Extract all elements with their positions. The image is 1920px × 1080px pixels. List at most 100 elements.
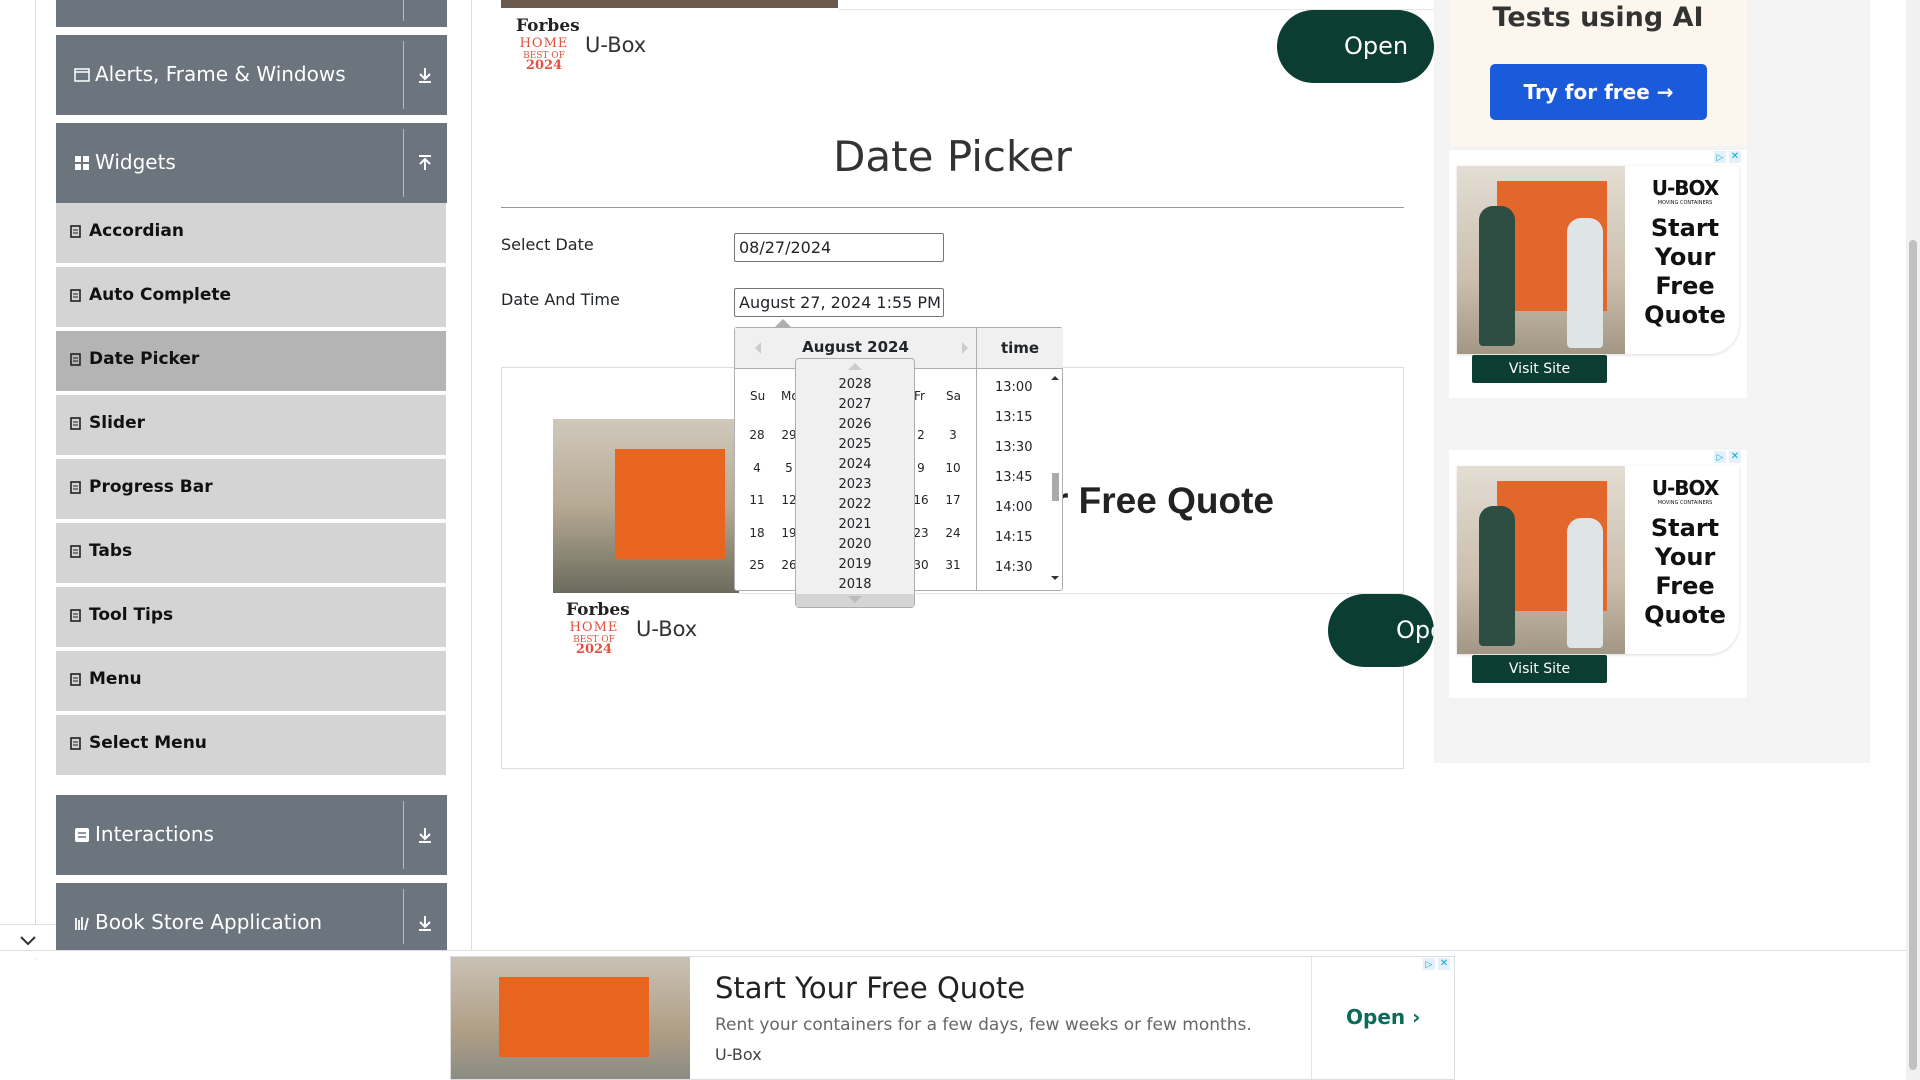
- ad-advertiser-name: U-Box: [585, 33, 647, 57]
- year-up-icon[interactable]: [848, 363, 862, 370]
- calendar-day[interactable]: 31: [941, 558, 965, 572]
- download-arrow-icon[interactable]: [413, 823, 437, 847]
- sidebar-item-progress-bar[interactable]: Progress Bar: [56, 459, 446, 523]
- sidebar-item-tabs[interactable]: Tabs: [56, 523, 446, 587]
- calendar-day[interactable]: 3: [941, 428, 965, 442]
- sidebar-item-label: Progress Bar: [89, 477, 213, 497]
- sidebar-group-label: Widgets: [95, 150, 176, 174]
- file-icon: [70, 481, 81, 494]
- chevron-down-icon: [20, 936, 36, 946]
- time-option[interactable]: 13:30: [995, 440, 1032, 455]
- time-option[interactable]: 14:30: [995, 560, 1032, 575]
- download-arrow-icon[interactable]: [413, 63, 437, 87]
- adchoices-icon[interactable]: ▷ ✕: [1714, 450, 1744, 464]
- calendar-day[interactable]: 11: [745, 493, 769, 507]
- year-option[interactable]: 2025: [796, 437, 914, 452]
- time-scroll-thumb[interactable]: [1052, 473, 1059, 501]
- time-header: time: [977, 328, 1063, 369]
- ad-open-button[interactable]: Open: [1277, 10, 1434, 83]
- date-and-time-input[interactable]: August 27, 2024 1:55 PM: [734, 288, 944, 317]
- adchoices-icon[interactable]: ▷ ✕: [1423, 957, 1453, 971]
- visit-site-button[interactable]: Visit Site: [1472, 355, 1607, 383]
- group-separator: [403, 889, 404, 944]
- sidebar-collapse-toggle[interactable]: [0, 924, 56, 959]
- adchoices-icon[interactable]: ▷ ✕: [1714, 150, 1744, 164]
- calendar-day[interactable]: 25: [745, 558, 769, 572]
- sidebar-item-tool-tips[interactable]: Tool Tips: [56, 587, 446, 651]
- time-option[interactable]: 14:00: [995, 500, 1032, 515]
- sidebar-group-label: Book Store Application: [95, 910, 323, 934]
- year-option[interactable]: 2028: [796, 377, 914, 392]
- scroll-up-icon[interactable]: [1051, 372, 1059, 380]
- select-date-input[interactable]: 08/27/2024: [734, 233, 944, 262]
- file-icon: [70, 417, 81, 430]
- year-option[interactable]: 2019: [796, 557, 914, 572]
- ai-testing-ad: Tests using AI Try for free →: [1449, 0, 1747, 146]
- ubox-people-image: [1457, 166, 1625, 354]
- sidebar-group-interactions[interactable]: Interactions: [56, 795, 447, 875]
- year-option[interactable]: 2020: [796, 537, 914, 552]
- mid-ad-headline: r Free Quote: [1054, 480, 1274, 521]
- download-arrow-icon[interactable]: [413, 911, 437, 935]
- datepicker-caret: [775, 319, 791, 327]
- visit-site-button[interactable]: Visit Site: [1472, 655, 1607, 683]
- sidebar-item-select-menu[interactable]: Select Menu: [56, 715, 446, 779]
- year-option[interactable]: 2024: [796, 457, 914, 472]
- sidebar-group-book-store[interactable]: Book Store Application: [56, 883, 447, 950]
- sidebar-item-label: Auto Complete: [89, 285, 232, 305]
- sidebar-item-slider[interactable]: Slider: [56, 395, 446, 459]
- year-down-icon[interactable]: [848, 596, 862, 603]
- calendar-day[interactable]: 17: [941, 493, 965, 507]
- year-option[interactable]: 2021: [796, 517, 914, 532]
- bookstore-icon: [75, 917, 89, 931]
- sidebar-item-accordian[interactable]: Accordian: [56, 203, 446, 267]
- calendar-day[interactable]: 28: [745, 428, 769, 442]
- upload-arrow-icon[interactable]: [413, 151, 437, 175]
- sidebar-item-date-picker[interactable]: Date Picker: [56, 331, 446, 395]
- time-scrollbar[interactable]: [1049, 370, 1061, 588]
- bottom-ad-open-button[interactable]: Open ›: [1346, 1005, 1420, 1029]
- datepicker-current-month[interactable]: August 2024: [735, 338, 976, 356]
- calendar-day[interactable]: 4: [745, 461, 769, 475]
- calendar-day[interactable]: 10: [941, 461, 965, 475]
- file-icon: [70, 673, 81, 686]
- person-figure: [1479, 206, 1515, 346]
- sidebar-group-widgets[interactable]: Widgets: [56, 123, 447, 203]
- ad-quote-text: Start Your Free Quote: [1644, 514, 1726, 629]
- page-scroll-thumb[interactable]: [1909, 240, 1917, 1070]
- year-down-area[interactable]: [796, 594, 914, 607]
- time-option[interactable]: 14:15: [995, 530, 1032, 545]
- person-figure: [1479, 506, 1515, 646]
- sidebar-item-menu[interactable]: Menu: [56, 651, 446, 715]
- ubox-people-image: [1457, 466, 1625, 654]
- year-option[interactable]: 2023: [796, 477, 914, 492]
- calendar-day[interactable]: 24: [941, 526, 965, 540]
- group-separator: [403, 0, 404, 21]
- weekday-label: Su: [750, 389, 766, 403]
- ubox-side-ad[interactable]: ▷ ✕ U-BOX MOVING CONTAINERS Start Your Fre…: [1449, 450, 1747, 698]
- year-option[interactable]: 2022: [796, 497, 914, 512]
- calendar-day[interactable]: 18: [745, 526, 769, 540]
- sidebar-group-elements[interactable]: [56, 0, 447, 27]
- ubox-logo: U-BOX MOVING CONTAINERS: [1651, 176, 1720, 206]
- year-option[interactable]: 2026: [796, 417, 914, 432]
- sidebar-group-alerts[interactable]: Alerts, Frame & Windows: [56, 35, 447, 115]
- ubox-container-shape: [499, 977, 649, 1057]
- ad-advertiser-name: U-Box: [636, 617, 698, 641]
- scroll-down-icon[interactable]: [1051, 576, 1059, 584]
- next-month-icon[interactable]: [962, 342, 974, 354]
- year-option[interactable]: 2018: [796, 577, 914, 592]
- time-option[interactable]: 13:45: [995, 470, 1032, 485]
- ubox-side-ad[interactable]: ▷ ✕ U-BOX MOVING CONTAINERS Start Your Fre…: [1449, 150, 1747, 398]
- group-separator: [403, 801, 404, 869]
- file-icon: [70, 225, 81, 238]
- try-for-free-button[interactable]: Try for free →: [1490, 64, 1707, 120]
- time-option[interactable]: 13:15: [995, 410, 1032, 425]
- bottom-ad-banner[interactable]: Start Your Free Quote Rent your containe…: [450, 956, 1455, 1080]
- ad-open-button[interactable]: Ope: [1328, 594, 1434, 667]
- time-option[interactable]: 13:00: [995, 380, 1032, 395]
- page-scrollbar[interactable]: [1906, 0, 1920, 1080]
- year-option[interactable]: 2027: [796, 397, 914, 412]
- sidebar-item-auto-complete[interactable]: Auto Complete: [56, 267, 446, 331]
- person-figure: [1567, 218, 1603, 348]
